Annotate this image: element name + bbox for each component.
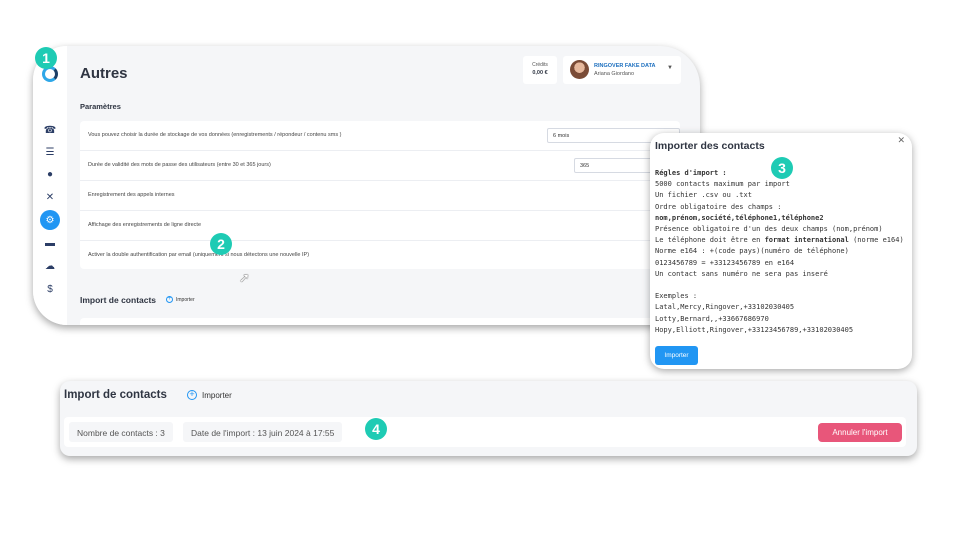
setting-label: Vous pouvez choisir la durée de stockage… [88, 132, 342, 138]
rule-line: Norme e164 : +(code pays)(numéro de télé… [655, 247, 849, 256]
rules-heading: Régles d'import : [655, 169, 727, 177]
close-icon[interactable]: ✕ [897, 135, 905, 146]
rule-line: 0123456789 = +33123456789 en e164 [655, 258, 795, 267]
rule-line: Un contact sans numéro ne sera pas inser… [655, 269, 828, 278]
dialog-title: Importer des contacts [655, 140, 765, 152]
setting-row-direct-line: Affichage des enregistrements de ligne d… [80, 211, 680, 241]
user-company: RINGOVER FAKE DATA [594, 63, 656, 69]
rule-line: nom,prénom,société,téléphone1,téléphone2 [655, 213, 824, 222]
plus-circle-icon: + [166, 296, 173, 303]
example-line: Lotty,Bernard,,+33667686970 [655, 314, 769, 323]
panel-title: Import de contacts [64, 389, 167, 401]
cancel-import-button[interactable]: Annuler l'import [818, 423, 902, 442]
phone-icon[interactable]: ☎ [40, 120, 60, 140]
dollar-icon[interactable]: $ [40, 279, 60, 299]
rule-line: Le téléphone doit être en [655, 236, 765, 245]
clock-icon[interactable]: ● [40, 164, 60, 184]
setting-row-storage: Vous pouvez choisir la durée de stockage… [80, 121, 680, 151]
credits-box: Crédits 0,00 € [523, 56, 557, 84]
example-line: Hopy,Elliott,Ringover,+33123456789,+3310… [655, 325, 854, 334]
rule-line: Ordre obligatoire des champs : [655, 202, 782, 211]
section-title: Paramètres [80, 102, 121, 111]
panel-import-button[interactable]: + Importer [187, 390, 232, 400]
import-button-label: Importer [176, 296, 195, 303]
settings-window: ☎ ☰ ● ✕ ⚙ ▬ ☁ $ Autres Crédits 0,00 € RI… [33, 46, 700, 325]
import-card [80, 318, 680, 325]
rule-line: Un fichier .csv ou .txt [655, 191, 752, 200]
chevron-down-icon[interactable]: ▼ [667, 65, 673, 71]
contact-count: Nombre de contacts : 3 [69, 422, 173, 442]
mouse-cursor-icon: ➚ [239, 270, 250, 285]
rule-line: (norme e164) [848, 236, 904, 245]
example-line: Latal,Mercy,Ringover,+33102030405 [655, 303, 795, 312]
sidebar: ☎ ☰ ● ✕ ⚙ ▬ ☁ $ [33, 46, 67, 325]
list-icon[interactable]: ☰ [40, 142, 60, 162]
shuffle-icon[interactable]: ✕ [40, 187, 60, 207]
rule-line: Présence obligatoire d'un des deux champ… [655, 225, 883, 234]
import-contacts-panel: Import de contacts + Importer Nombre de … [60, 381, 917, 456]
import-button[interactable]: + Importer [166, 296, 195, 303]
import-section-title: Import de contacts [80, 295, 157, 305]
user-menu[interactable]: RINGOVER FAKE DATA Ariana Giordano ▼ [563, 56, 681, 84]
setting-label: Activer la double authentification par e… [88, 252, 310, 258]
rule-line-bold: format international [764, 236, 849, 245]
setting-label: Affichage des enregistrements de ligne d… [88, 222, 202, 228]
credits-value: 0,00 € [532, 70, 548, 76]
settings-card: Vous pouvez choisir la durée de stockage… [80, 121, 680, 269]
setting-label: Durée de validité des mots de passe des … [88, 162, 271, 168]
step-badge-1: 1 [35, 47, 57, 69]
gear-icon[interactable]: ⚙ [40, 210, 60, 230]
avatar [570, 60, 589, 79]
user-name: Ariana Giordano [594, 71, 635, 77]
setting-label: Enregistrement des appels internes [88, 192, 175, 198]
setting-row-internal-calls: Enregistrement des appels internes [80, 181, 680, 211]
rule-line: 5000 contacts maximum par import [655, 180, 790, 189]
plus-circle-icon: + [187, 390, 197, 400]
step-badge-2: 2 [210, 233, 232, 255]
card-icon[interactable]: ▬ [40, 233, 60, 253]
import-date: Date de l'import : 13 juin 2024 à 17:55 [183, 422, 343, 442]
step-badge-3: 3 [771, 157, 793, 179]
import-record-row: Nombre de contacts : 3 Date de l'import … [64, 417, 906, 447]
step-badge-4: 4 [365, 418, 387, 440]
cloud-icon[interactable]: ☁ [40, 256, 60, 276]
setting-row-password: Durée de validité des mots de passe des … [80, 151, 680, 181]
examples-heading: Exemples : [655, 292, 698, 301]
setting-row-2fa: Activer la double authentification par e… [80, 241, 680, 271]
dialog-import-button[interactable]: Importer [655, 346, 698, 365]
import-rules: Régles d'import : 5000 contacts maximum … [655, 168, 904, 336]
credits-label: Crédits [532, 62, 548, 68]
panel-import-label: Importer [202, 390, 232, 400]
page-title: Autres [80, 65, 128, 82]
